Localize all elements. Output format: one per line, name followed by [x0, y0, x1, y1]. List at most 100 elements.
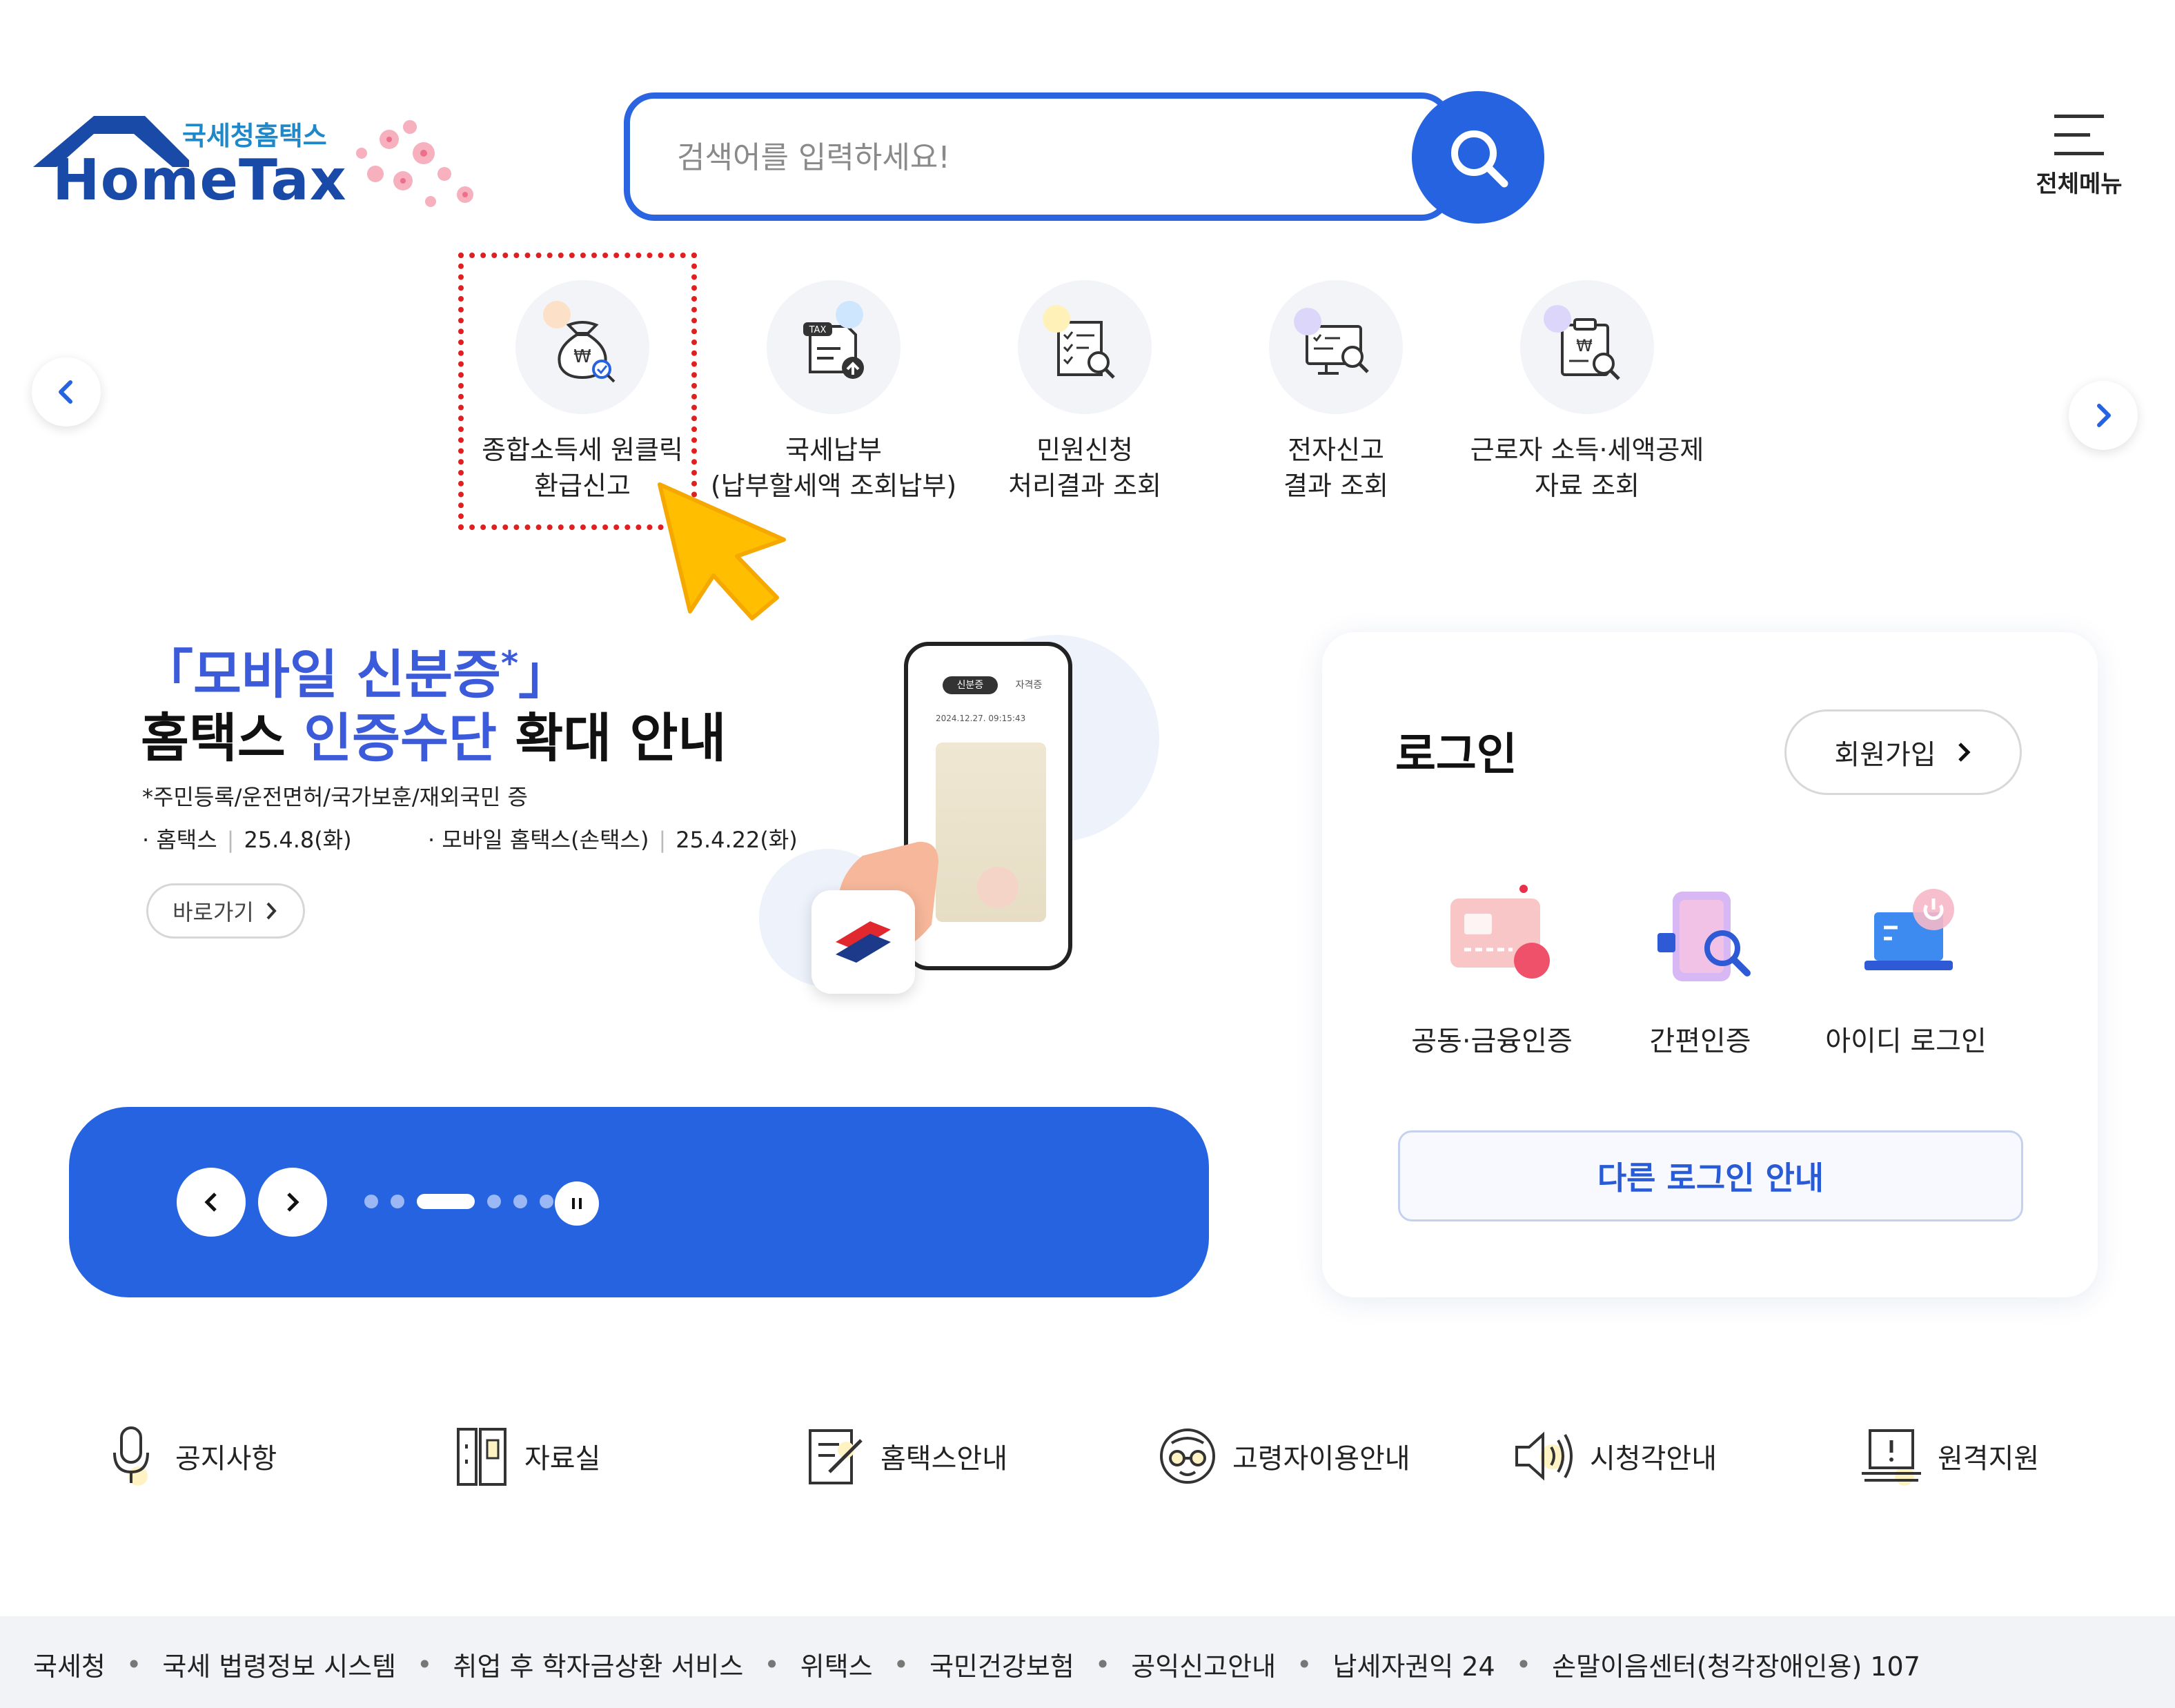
- footer-link[interactable]: 납세자권익 24: [1332, 1645, 1495, 1683]
- other-login-button[interactable]: 다른 로그인 안내: [1398, 1130, 2023, 1221]
- link-elderly-guide[interactable]: 고령자이용안내: [1157, 1422, 1410, 1491]
- chevron-right-icon: [266, 902, 277, 920]
- banner-go-label: 바로가기: [173, 899, 254, 925]
- elderly-glasses-icon: [1160, 1429, 1215, 1484]
- slider-dot[interactable]: [513, 1195, 527, 1208]
- slider-dot[interactable]: [364, 1195, 378, 1208]
- login-title: 로그인: [1395, 729, 1517, 781]
- link-remote-support[interactable]: 원격지원: [1859, 1422, 2039, 1491]
- footer-separator: •: [1297, 1649, 1312, 1680]
- search-input[interactable]: [676, 124, 1368, 191]
- login-option-label: 아이디 로그인: [1825, 1025, 1987, 1057]
- chevron-left-icon: [59, 380, 72, 404]
- phone-search-icon: [1657, 892, 1751, 981]
- link-label: 공지사항: [175, 1443, 277, 1475]
- footer-link[interactable]: 취업 후 학자금상환 서비스: [453, 1645, 744, 1683]
- other-login-label: 다른 로그인 안내: [1597, 1159, 1824, 1197]
- cabinet-icon: [457, 1428, 506, 1486]
- slider-dot[interactable]: [487, 1195, 501, 1208]
- chevron-left-icon: [204, 1192, 217, 1212]
- banner-go-button[interactable]: 바로가기: [146, 883, 305, 939]
- mobile-id-illustration: 신분증 자격증 2024.12.27. 09:15:43: [745, 614, 1187, 1014]
- svg-text:TAX: TAX: [809, 325, 827, 335]
- link-label: 홈택스안내: [880, 1443, 1007, 1475]
- chevron-right-icon: [2097, 404, 2111, 427]
- phone-timestamp: 2024.12.27. 09:15:43: [936, 714, 1026, 723]
- logo-subtitle: 국세청홈택스: [182, 121, 327, 151]
- footer-separator: •: [893, 1649, 909, 1680]
- search-button[interactable]: [1412, 91, 1544, 224]
- login-option-certificate[interactable]: 공동·금융인증: [1388, 878, 1595, 1078]
- slider-indicators: [364, 1194, 553, 1209]
- link-archive[interactable]: 자료실: [453, 1422, 600, 1491]
- logo-title: HomeTax: [52, 148, 347, 213]
- quick-menu-prev-button[interactable]: [32, 357, 101, 426]
- footer-link[interactable]: 공익신고안내: [1131, 1645, 1276, 1683]
- quick-menu-item-civil-petition-result[interactable]: 민원신청처리결과 조회: [961, 280, 1209, 515]
- footer-link[interactable]: 국세 법령정보 시스템: [162, 1645, 396, 1683]
- remote-laptop-icon: [1862, 1429, 1921, 1486]
- login-option-simple-auth[interactable]: 간편인증: [1597, 878, 1804, 1078]
- hamburger-icon: [2054, 115, 2104, 155]
- link-label: 시청각안내: [1590, 1443, 1717, 1475]
- chevron-right-icon: [287, 1192, 299, 1212]
- footer-separator: •: [417, 1649, 433, 1680]
- quick-menu-label-line2: 처리결과 조회: [1008, 471, 1161, 501]
- footer-separator: •: [1515, 1649, 1532, 1680]
- link-label: 자료실: [524, 1443, 601, 1475]
- search-icon: [1451, 130, 1508, 188]
- link-audiovisual-guide[interactable]: 시청각안내: [1511, 1422, 1717, 1491]
- certificate-card-icon: [1450, 885, 1550, 979]
- link-hometax-guide[interactable]: 홈택스안내: [805, 1422, 1007, 1491]
- quick-menu-label-line1: 국세납부: [785, 435, 882, 465]
- quick-menu-label-line1: 전자신고: [1288, 435, 1384, 465]
- quick-menu-item-worker-deduction-data[interactable]: ₩ 근로자 소득·세액공제자료 조회: [1463, 280, 1711, 515]
- link-label: 고령자이용안내: [1232, 1443, 1410, 1475]
- all-menu-label: 전체메뉴: [2036, 170, 2123, 198]
- footer-separator: •: [126, 1649, 142, 1680]
- phone-tab-id: 신분증: [943, 676, 998, 694]
- banner-dates: · 홈택스 | 25.4.8(화) · 모바일 홈택스(손택스) | 25.4.22(화…: [142, 827, 798, 853]
- phone-tab-license: 자격증: [1015, 680, 1043, 691]
- slider-dot[interactable]: [391, 1195, 404, 1208]
- search-box: [624, 92, 1452, 221]
- edit-document-icon: [809, 1429, 863, 1484]
- quick-menu-item-e-filing-result[interactable]: 전자신고결과 조회: [1212, 280, 1460, 515]
- login-option-label: 공동·금융인증: [1411, 1025, 1573, 1057]
- cherry-blossom-icon: [356, 120, 473, 207]
- footer-link[interactable]: 국민건강보험: [929, 1645, 1074, 1683]
- hometax-logo[interactable]: 국세청홈택스 HomeTax: [30, 109, 500, 219]
- footer-link[interactable]: 손말이음센터(청각장애인용) 107: [1552, 1645, 1920, 1683]
- banner-note: *주민등록/운전면허/국가보훈/재외국민 증: [142, 784, 528, 810]
- slider-prev-button[interactable]: [177, 1168, 246, 1237]
- quick-menu-label-line2: 자료 조회: [1535, 471, 1640, 501]
- quick-menu-label-line1: 근로자 소득·세액공제: [1470, 435, 1704, 465]
- sign-up-button[interactable]: 회원가입: [1784, 709, 2022, 795]
- footer-separator: •: [1094, 1649, 1111, 1680]
- hometax-app-icon: [811, 890, 915, 994]
- footer-link[interactable]: 위택스: [800, 1645, 873, 1683]
- link-label: 원격지원: [1938, 1443, 2040, 1475]
- footer-link[interactable]: 국세청: [33, 1645, 106, 1683]
- chevron-right-icon: [1958, 743, 1971, 762]
- slider-pause-button[interactable]: [555, 1181, 599, 1226]
- pause-icon: [572, 1198, 582, 1209]
- all-menu-button[interactable]: 전체메뉴: [2029, 110, 2129, 214]
- slider-next-button[interactable]: [258, 1168, 327, 1237]
- laptop-power-icon: [1864, 889, 1954, 970]
- link-notice[interactable]: 공지사항: [104, 1422, 277, 1491]
- quick-menu-next-button[interactable]: [2069, 381, 2138, 450]
- slider-dot[interactable]: [540, 1195, 553, 1208]
- login-option-label: 간편인증: [1649, 1025, 1751, 1057]
- quick-menu-label-line2: 결과 조회: [1283, 471, 1388, 501]
- login-option-id-login[interactable]: 아이디 로그인: [1802, 878, 2009, 1078]
- slider-dot-active[interactable]: [417, 1194, 475, 1209]
- footer-separator: •: [764, 1649, 780, 1680]
- banner-title-line2: 홈택스 인증수단 확대 안내: [141, 707, 727, 769]
- microphone-icon: [113, 1426, 149, 1486]
- pointer-arrow-icon: [658, 482, 786, 620]
- quick-menu-label-line1: 민원신청: [1036, 435, 1133, 465]
- svg-text:₩: ₩: [1576, 336, 1593, 355]
- footer-links: 국세청 • 국세 법령정보 시스템 • 취업 후 학자금상환 서비스 • 위택스 • 국민건강보…: [33, 1645, 1920, 1683]
- speaker-icon: [1515, 1431, 1573, 1481]
